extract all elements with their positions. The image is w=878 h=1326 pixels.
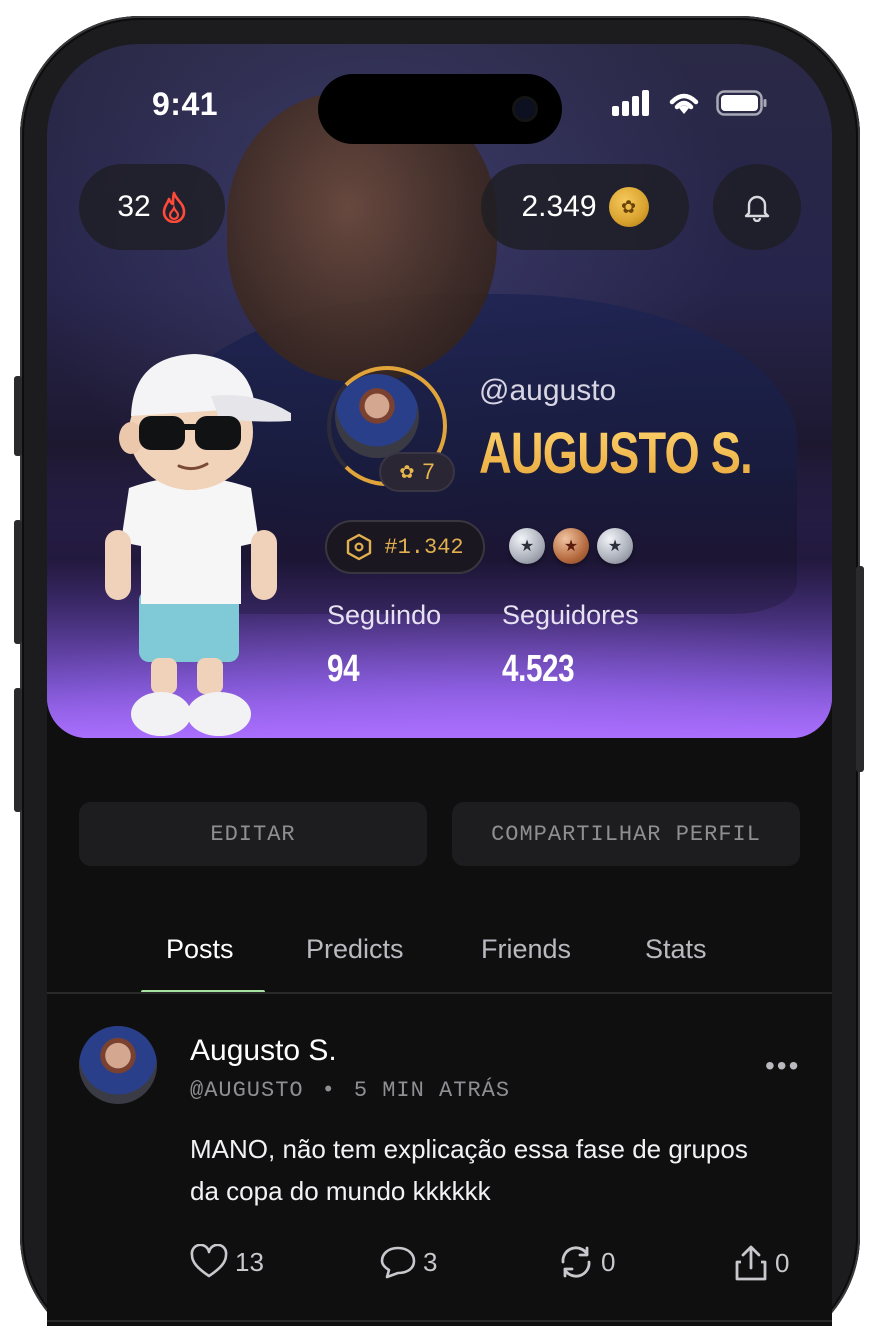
dynamic-island (318, 74, 562, 144)
ranking-badge[interactable]: #1.342 (325, 520, 485, 574)
tab-friends[interactable]: Friends (481, 934, 571, 965)
share-icon (735, 1245, 767, 1281)
post-timestamp: 5 MIN ATRÁS (353, 1078, 511, 1103)
edit-profile-button[interactable]: EDITAR (79, 802, 427, 866)
streak-value: 32 (117, 190, 151, 223)
followers-label[interactable]: Seguidores (502, 600, 639, 631)
hexagon-icon (347, 533, 372, 561)
share-count: 0 (775, 1247, 790, 1278)
like-count: 13 (235, 1246, 264, 1277)
coin-icon: ✿ (608, 187, 649, 227)
flame-icon (162, 191, 185, 223)
status-time: 9:41 (152, 86, 219, 122)
notifications-button[interactable] (713, 164, 801, 250)
more-options-icon[interactable]: ••• (765, 1050, 800, 1082)
camera-icon (512, 96, 538, 122)
streak-pill[interactable]: 32 (79, 164, 225, 250)
following-label[interactable]: Seguindo (327, 600, 441, 631)
volume-down-button (14, 688, 22, 812)
share-button[interactable]: 0 (733, 1244, 789, 1282)
profile-name: AUGUSTO S. (479, 421, 753, 486)
app-screen: 9:41 32 2.349 ✿ ✿ 7 @augusto AUGUSTO S. … (47, 44, 832, 1326)
divider (47, 992, 832, 994)
ranking-value: #1.342 (384, 534, 464, 560)
level-icon: ✿ (399, 461, 415, 482)
silver-medal-icon: ★ (509, 528, 545, 564)
comment-icon (380, 1246, 416, 1279)
character-avatar (105, 354, 291, 736)
coins-pill[interactable]: 2.349 ✿ (481, 164, 689, 250)
level-value: 7 (422, 459, 435, 484)
repost-button[interactable]: 0 (557, 1244, 615, 1280)
like-button[interactable]: 13 (189, 1244, 264, 1280)
tab-predicts[interactable]: Predicts (306, 934, 404, 965)
level-badge: ✿ 7 (379, 452, 455, 492)
profile-handle: @augusto (479, 374, 617, 407)
followers-count[interactable]: 4.523 (502, 648, 575, 691)
heart-icon (190, 1244, 228, 1278)
coins-value: 2.349 (521, 190, 597, 223)
power-button (856, 566, 864, 772)
post-meta: @AUGUSTO • 5 MIN ATRÁS (190, 1078, 510, 1103)
following-count[interactable]: 94 (327, 648, 360, 691)
action-button (14, 376, 22, 456)
comment-button[interactable]: 3 (379, 1244, 437, 1280)
profile-tabs: Posts Predicts Friends Stats (47, 924, 832, 996)
post-author-handle[interactable]: @AUGUSTO (190, 1078, 304, 1103)
silver-medal-icon: ★ (597, 528, 633, 564)
post-actions: 13 3 0 0 (47, 1244, 832, 1288)
avatar[interactable] (335, 374, 419, 458)
comment-count: 3 (423, 1246, 438, 1277)
post-text: MANO, não tem explicação essa fase de gr… (190, 1134, 748, 1206)
bell-icon (744, 195, 770, 222)
post-author-name[interactable]: Augusto S. (190, 1034, 337, 1068)
wifi-icon (669, 93, 699, 114)
tab-posts[interactable]: Posts (166, 934, 234, 965)
post-author-avatar[interactable] (79, 1026, 157, 1104)
status-icons (612, 90, 768, 116)
repost-count: 0 (601, 1246, 616, 1277)
repost-icon (561, 1246, 591, 1278)
meta-separator: • (321, 1078, 336, 1103)
bronze-medal-icon: ★ (553, 528, 589, 564)
medals: ★ ★ ★ (509, 528, 633, 564)
battery-icon (716, 90, 767, 116)
share-profile-button[interactable]: COMPARTILHAR PERFIL (452, 802, 800, 866)
volume-up-button (14, 520, 22, 644)
divider (47, 1320, 832, 1322)
tab-stats[interactable]: Stats (645, 934, 707, 965)
signal-icon (612, 90, 649, 116)
